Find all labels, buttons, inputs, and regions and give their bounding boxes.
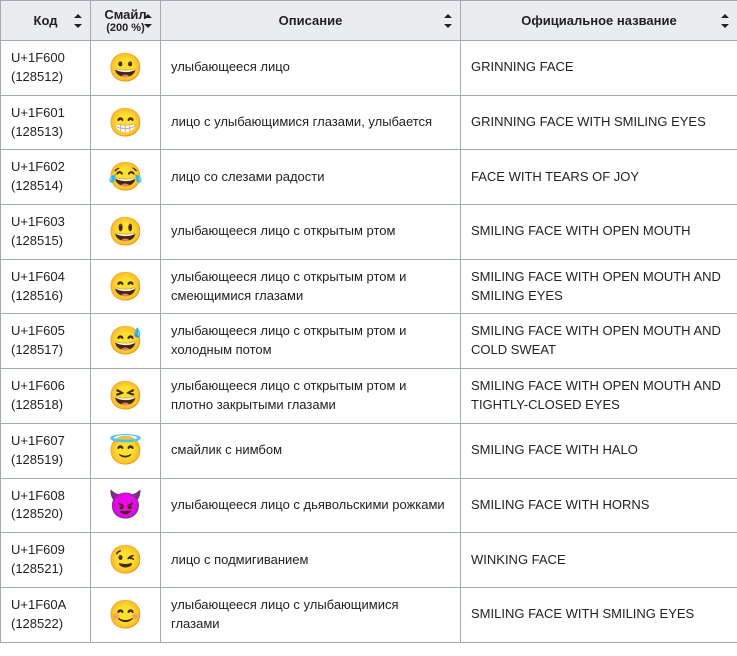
cell-code: U+1F609(128521) (1, 533, 91, 588)
cell-emoji: 😈 (91, 478, 161, 533)
cell-emoji: 😃 (91, 205, 161, 260)
cell-description: улыбающееся лицо с дьявольскими рожками (161, 478, 461, 533)
code-decimal: (128519) (11, 451, 80, 470)
cell-description: лицо со слезами радости (161, 150, 461, 205)
cell-official: SMILING FACE WITH OPEN MOUTH AND TIGHTLY… (461, 369, 737, 424)
table-row: U+1F609(128521)😉лицо с подмигиваниемWINK… (1, 533, 737, 588)
code-hex: U+1F609 (11, 541, 80, 560)
header-official-label: Официальное название (521, 13, 676, 28)
cell-code: U+1F605(128517) (1, 314, 91, 369)
table-row: U+1F601(128513)😁лицо с улыбающимися глаз… (1, 95, 737, 150)
cell-emoji: 😁 (91, 95, 161, 150)
code-decimal: (128517) (11, 341, 80, 360)
code-decimal: (128512) (11, 68, 80, 87)
table-row: U+1F60A(128522)😊улыбающееся лицо с улыба… (1, 587, 737, 642)
sort-icon (144, 13, 154, 29)
code-hex: U+1F607 (11, 432, 80, 451)
cell-code: U+1F601(128513) (1, 95, 91, 150)
cell-description: улыбающееся лицо с открытым ртом и холод… (161, 314, 461, 369)
cell-description: улыбающееся лицо с открытым ртом и плотн… (161, 369, 461, 424)
cell-official: GRINNING FACE WITH SMILING EYES (461, 95, 737, 150)
cell-emoji: 😀 (91, 41, 161, 96)
cell-emoji: 😂 (91, 150, 161, 205)
cell-description: лицо с подмигиванием (161, 533, 461, 588)
code-decimal: (128514) (11, 177, 80, 196)
cell-emoji: 😊 (91, 587, 161, 642)
cell-code: U+1F603(128515) (1, 205, 91, 260)
code-hex: U+1F603 (11, 213, 80, 232)
code-decimal: (128513) (11, 123, 80, 142)
header-emoji[interactable]: Смайл (200 %) (91, 1, 161, 41)
header-code[interactable]: Код (1, 1, 91, 41)
sort-icon (721, 13, 731, 29)
sort-icon (444, 13, 454, 29)
cell-official: SMILING FACE WITH OPEN MOUTH AND SMILING… (461, 259, 737, 314)
cell-description: лицо с улыбающимися глазами, улыбается (161, 95, 461, 150)
code-hex: U+1F600 (11, 49, 80, 68)
cell-emoji: 😄 (91, 259, 161, 314)
header-code-label: Код (34, 13, 58, 28)
code-decimal: (128518) (11, 396, 80, 415)
table-row: U+1F605(128517)😅улыбающееся лицо с откры… (1, 314, 737, 369)
code-hex: U+1F605 (11, 322, 80, 341)
cell-description: улыбающееся лицо (161, 41, 461, 96)
table-row: U+1F603(128515)😃улыбающееся лицо с откры… (1, 205, 737, 260)
sort-icon (74, 13, 84, 29)
code-decimal: (128522) (11, 615, 80, 634)
table-row: U+1F600(128512)😀улыбающееся лицоGRINNING… (1, 41, 737, 96)
table-row: U+1F608(128520)😈улыбающееся лицо с дьяво… (1, 478, 737, 533)
cell-official: WINKING FACE (461, 533, 737, 588)
cell-code: U+1F604(128516) (1, 259, 91, 314)
code-hex: U+1F608 (11, 487, 80, 506)
cell-description: улыбающееся лицо с улыбающимися глазами (161, 587, 461, 642)
cell-emoji: 😆 (91, 369, 161, 424)
code-hex: U+1F601 (11, 104, 80, 123)
cell-code: U+1F607(128519) (1, 423, 91, 478)
code-hex: U+1F606 (11, 377, 80, 396)
cell-official: SMILING FACE WITH HALO (461, 423, 737, 478)
table-row: U+1F604(128516)😄улыбающееся лицо с откры… (1, 259, 737, 314)
cell-description: улыбающееся лицо с открытым ртом (161, 205, 461, 260)
cell-emoji: 😇 (91, 423, 161, 478)
header-emoji-label: Смайл (104, 7, 146, 22)
cell-code: U+1F60A(128522) (1, 587, 91, 642)
header-description[interactable]: Описание (161, 1, 461, 41)
cell-description: смайлик с нимбом (161, 423, 461, 478)
cell-code: U+1F602(128514) (1, 150, 91, 205)
cell-emoji: 😅 (91, 314, 161, 369)
cell-official: SMILING FACE WITH HORNS (461, 478, 737, 533)
cell-official: SMILING FACE WITH OPEN MOUTH (461, 205, 737, 260)
code-decimal: (128520) (11, 505, 80, 524)
code-decimal: (128515) (11, 232, 80, 251)
code-decimal: (128521) (11, 560, 80, 579)
table-row: U+1F607(128519)😇смайлик с нимбомSMILING … (1, 423, 737, 478)
cell-official: GRINNING FACE (461, 41, 737, 96)
cell-emoji: 😉 (91, 533, 161, 588)
code-hex: U+1F602 (11, 158, 80, 177)
cell-official: FACE WITH TEARS OF JOY (461, 150, 737, 205)
code-decimal: (128516) (11, 287, 80, 306)
cell-description: улыбающееся лицо с открытым ртом и смеющ… (161, 259, 461, 314)
cell-code: U+1F608(128520) (1, 478, 91, 533)
emoji-table: Код Смайл (200 %) Описание Официальное н… (0, 0, 737, 643)
cell-official: SMILING FACE WITH OPEN MOUTH AND COLD SW… (461, 314, 737, 369)
table-row: U+1F602(128514)😂лицо со слезами радостиF… (1, 150, 737, 205)
header-description-label: Описание (279, 13, 343, 28)
cell-code: U+1F600(128512) (1, 41, 91, 96)
header-official[interactable]: Официальное название (461, 1, 737, 41)
code-hex: U+1F60A (11, 596, 80, 615)
cell-official: SMILING FACE WITH SMILING EYES (461, 587, 737, 642)
code-hex: U+1F604 (11, 268, 80, 287)
table-row: U+1F606(128518)😆улыбающееся лицо с откры… (1, 369, 737, 424)
cell-code: U+1F606(128518) (1, 369, 91, 424)
